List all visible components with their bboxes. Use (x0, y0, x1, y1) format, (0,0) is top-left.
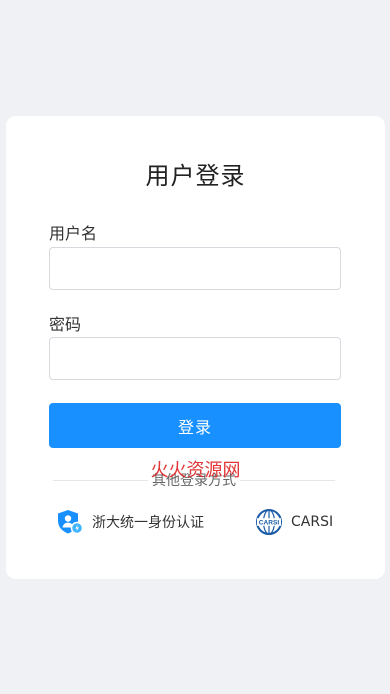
username-input[interactable] (49, 247, 341, 290)
carsi-globe-icon: CARSI (255, 508, 283, 536)
page: 用户登录 用户名 密码 登录 其他登录方式 火火资源网 浙大统一身份认证 CAR… (0, 0, 390, 694)
login-card: 用户登录 用户名 密码 登录 其他登录方式 火火资源网 浙大统一身份认证 CAR… (6, 116, 385, 579)
carsi-option[interactable]: CARSI CARSI (255, 508, 333, 536)
password-label: 密码 (49, 315, 82, 334)
username-label: 用户名 (49, 224, 98, 243)
zju-unified-auth-label: 浙大统一身份认证 (92, 515, 204, 531)
password-input[interactable] (49, 337, 341, 380)
zju-unified-auth-option[interactable]: 浙大统一身份认证 (56, 508, 204, 536)
shield-user-icon (56, 508, 84, 536)
carsi-label: CARSI (291, 514, 334, 530)
page-title: 用户登录 (145, 162, 246, 190)
svg-text:CARSI: CARSI (259, 520, 280, 527)
other-login-divider: 其他登录方式 (53, 467, 335, 493)
login-button[interactable]: 登录 (49, 403, 341, 448)
other-login-label: 其他登录方式 (152, 473, 236, 489)
